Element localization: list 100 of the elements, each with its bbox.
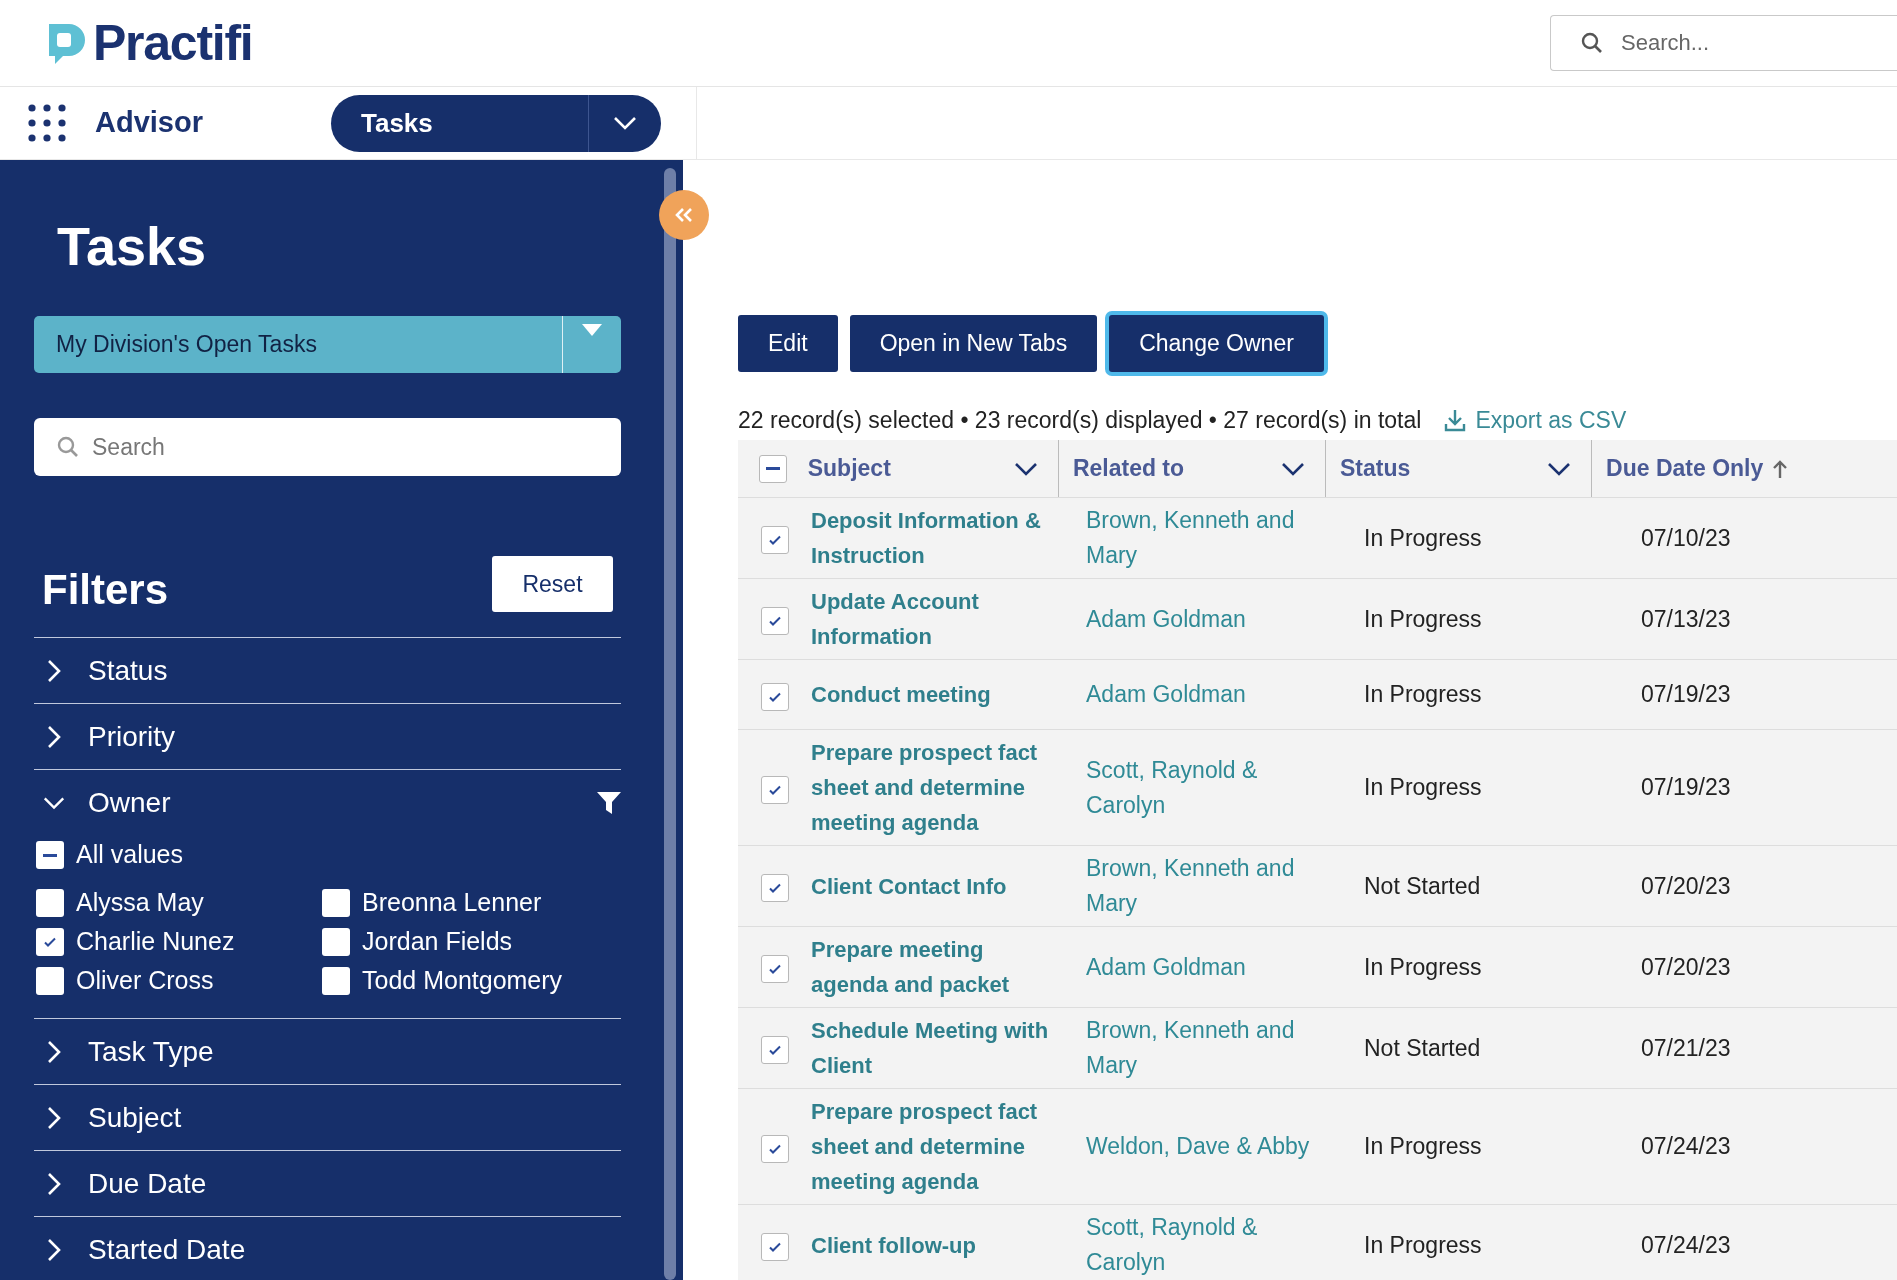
- subject-link[interactable]: Conduct meeting: [811, 677, 1063, 712]
- download-icon: [1443, 408, 1468, 432]
- chevron-right-icon: [46, 1236, 62, 1263]
- checkbox[interactable]: [760, 955, 789, 983]
- panel-title: Tasks: [56, 215, 208, 278]
- related-link[interactable]: Brown, Kenneth and Mary: [1086, 851, 1311, 921]
- table-cell: 07/24/23: [1641, 1133, 1731, 1160]
- chevron-down-icon[interactable]: [1013, 461, 1038, 476]
- table-cell: In Progress: [1364, 681, 1482, 708]
- checkbox-label: Charlie Nunez: [76, 925, 235, 957]
- search-field[interactable]: Search...: [1550, 15, 1897, 71]
- double-chevron-left-icon: [674, 207, 694, 223]
- checkbox-label: Oliver Cross: [76, 964, 214, 996]
- table-cell: 07/21/23: [1641, 1034, 1731, 1061]
- filter-section-toggle[interactable]: Priority: [34, 715, 176, 758]
- chevron-down-icon: [612, 115, 638, 131]
- search-icon: [56, 435, 80, 459]
- filter-section-toggle[interactable]: Status: [34, 649, 168, 692]
- checkbox[interactable]: [760, 1233, 789, 1261]
- nav-tab[interactable]: Tasks: [331, 94, 661, 152]
- table-cell: 07/20/23: [1641, 872, 1731, 899]
- table-cell: 07/13/23: [1641, 605, 1731, 632]
- related-link[interactable]: Adam Goldman: [1086, 949, 1311, 985]
- reset-button[interactable]: Reset: [492, 556, 613, 612]
- checkbox-label: All values: [76, 839, 183, 871]
- checkbox[interactable]: [760, 526, 789, 554]
- table-cell: 07/20/23: [1641, 953, 1731, 980]
- checkbox[interactable]: [760, 1134, 789, 1163]
- checkbox-label: Jordan Fields: [362, 925, 513, 957]
- subject-link[interactable]: Prepare meeting agenda and packet: [811, 932, 1063, 1002]
- subject-link[interactable]: Client Contact Info: [811, 868, 1063, 904]
- related-link[interactable]: Brown, Kenneth and Mary: [1086, 1013, 1311, 1083]
- export-link[interactable]: Export as CSV: [1443, 402, 1627, 438]
- checkbox[interactable]: [36, 927, 64, 956]
- checkbox[interactable]: [322, 888, 350, 917]
- table-cell: 07/19/23: [1641, 681, 1731, 708]
- chevron-down-icon[interactable]: [1280, 461, 1305, 476]
- chevron-right-icon: [46, 657, 62, 684]
- record-summary: 22 record(s) selected • 23 record(s) displayed • 27 record(s) in total: [738, 405, 1422, 435]
- checkbox[interactable]: [36, 888, 64, 917]
- related-link[interactable]: Scott, Raynold & Carolyn: [1086, 752, 1311, 823]
- column-header[interactable]: Due Date Only: [1606, 451, 1764, 486]
- filters-heading: Filters: [41, 565, 169, 615]
- checkbox[interactable]: [322, 966, 350, 995]
- related-link[interactable]: Brown, Kenneth and Mary: [1086, 503, 1311, 573]
- toolbar-button[interactable]: Open in New Tabs: [849, 315, 1098, 372]
- checkbox[interactable]: [760, 1036, 789, 1064]
- table-cell: In Progress: [1364, 1133, 1482, 1160]
- column-header[interactable]: Status: [1339, 451, 1411, 486]
- checkbox[interactable]: [760, 607, 789, 635]
- table-cell: In Progress: [1364, 774, 1482, 801]
- toolbar-button[interactable]: Edit: [738, 315, 838, 372]
- search-icon: [1580, 31, 1604, 55]
- app-name: Advisor: [95, 105, 203, 141]
- filter-section-toggle[interactable]: Started Date: [34, 1228, 246, 1271]
- scrollbar[interactable]: [664, 168, 676, 1280]
- checkbox[interactable]: [760, 682, 789, 711]
- subject-link[interactable]: Prepare prospect fact sheet and determine meeting agenda: [811, 1094, 1063, 1199]
- checkbox[interactable]: [36, 841, 64, 869]
- checkbox-label: Todd Montgomery: [362, 964, 563, 996]
- subject-link[interactable]: Client follow-up: [811, 1227, 1063, 1263]
- subject-link[interactable]: Schedule Meeting with Client: [811, 1013, 1063, 1083]
- subject-link[interactable]: Deposit Information & Instruction: [811, 503, 1063, 573]
- table-cell: 07/24/23: [1641, 1231, 1731, 1258]
- search-field[interactable]: Search: [34, 418, 621, 476]
- collapse-button[interactable]: [659, 190, 709, 240]
- related-link[interactable]: Adam Goldman: [1086, 601, 1311, 637]
- filter-section-toggle[interactable]: Task Type: [34, 1030, 214, 1073]
- checkbox[interactable]: [760, 775, 789, 804]
- related-link[interactable]: Weldon, Dave & Abby: [1086, 1129, 1311, 1164]
- checkbox[interactable]: [758, 454, 787, 483]
- app-launcher-icon[interactable]: [28, 104, 66, 142]
- column-header[interactable]: Subject: [807, 451, 891, 486]
- table-cell: 07/10/23: [1641, 524, 1731, 551]
- chevron-right-icon: [46, 1170, 62, 1197]
- list-view-dropdown[interactable]: My Division's Open Tasks: [34, 316, 621, 373]
- chevron-right-icon: [46, 1038, 62, 1065]
- related-link[interactable]: Scott, Raynold & Carolyn: [1086, 1210, 1311, 1280]
- subject-link[interactable]: Prepare prospect fact sheet and determine meeting agenda: [811, 735, 1063, 840]
- table-cell: Not Started: [1364, 872, 1481, 899]
- subject-link[interactable]: Update Account Information: [811, 584, 1063, 654]
- filter-section-toggle[interactable]: Owner: [34, 781, 171, 824]
- table-cell: In Progress: [1364, 1231, 1482, 1258]
- filter-section-toggle[interactable]: Subject: [34, 1096, 182, 1139]
- checkbox[interactable]: [36, 966, 64, 995]
- chevron-down-icon[interactable]: [1547, 461, 1572, 476]
- checkbox-label: Alyssa May: [76, 886, 204, 918]
- table-cell: In Progress: [1364, 953, 1482, 980]
- table-cell: Not Started: [1364, 1034, 1481, 1061]
- table-cell: In Progress: [1364, 524, 1482, 551]
- sort-ascending-icon[interactable]: [1773, 458, 1788, 479]
- caret-down-icon: [582, 324, 602, 336]
- column-header[interactable]: Related to: [1072, 451, 1185, 486]
- related-link[interactable]: Adam Goldman: [1086, 677, 1311, 712]
- checkbox-label: Breonna Lenner: [362, 886, 542, 918]
- logo-text: Practifi: [93, 18, 253, 68]
- filter-section-toggle[interactable]: Due Date: [34, 1162, 207, 1205]
- table-cell: In Progress: [1364, 605, 1482, 632]
- checkbox[interactable]: [322, 927, 350, 956]
- checkbox[interactable]: [760, 874, 789, 902]
